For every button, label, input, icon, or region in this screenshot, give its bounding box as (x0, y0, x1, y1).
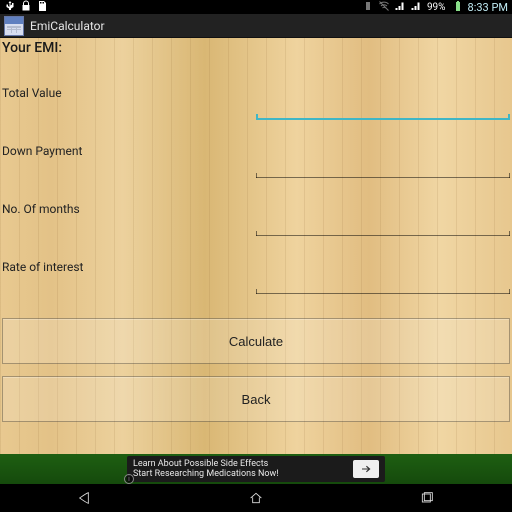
calculate-button[interactable]: Calculate (2, 318, 510, 364)
nav-recent-button[interactable] (342, 490, 511, 506)
status-bar: 99% 8:33 PM (0, 0, 512, 14)
nav-recent-icon (417, 490, 437, 506)
label-total-value: Total Value (2, 86, 256, 100)
ad-text: Learn About Possible Side Effects Start … (133, 459, 279, 479)
signal-icon (394, 0, 406, 15)
battery-percent: 99% (427, 2, 446, 13)
app-title: EmiCalculator (30, 19, 105, 33)
content: Your EMI: Total Value Down Payment No. O… (0, 38, 512, 484)
input-wrap-down-payment (256, 157, 510, 178)
nav-back-icon (75, 490, 95, 506)
label-rate: Rate of interest (2, 260, 256, 274)
app-icon (4, 16, 24, 36)
ad-line2: Start Researching Medications Now! (133, 469, 279, 479)
nav-back-button[interactable] (1, 490, 170, 506)
status-left (4, 0, 48, 15)
ad-banner[interactable]: Learn About Possible Side Effects Start … (127, 456, 385, 482)
ad-cta-button[interactable] (353, 460, 379, 478)
vibrate-icon (362, 0, 374, 15)
nav-home-icon (246, 490, 266, 506)
input-total-value[interactable] (256, 100, 510, 120)
input-wrap-rate (256, 273, 510, 294)
lock-icon (20, 0, 32, 15)
wifi-off-icon (378, 0, 390, 15)
input-wrap-months (256, 215, 510, 236)
input-down-payment[interactable] (256, 158, 510, 178)
ad-info-icon[interactable]: i (124, 474, 134, 484)
ad-line1: Learn About Possible Side Effects (133, 459, 279, 469)
back-button[interactable]: Back (2, 376, 510, 422)
action-bar: EmiCalculator (0, 14, 512, 38)
emi-heading: Your EMI: (0, 38, 512, 66)
input-months[interactable] (256, 216, 510, 236)
field-row-months: No. Of months (0, 182, 512, 240)
sd-icon (36, 0, 48, 15)
input-rate[interactable] (256, 274, 510, 294)
field-row-down-payment: Down Payment (0, 124, 512, 182)
nav-bar (0, 484, 512, 512)
screen: 99% 8:33 PM EmiCalculator Your EMI: Tota… (0, 0, 512, 512)
arrow-right-icon (360, 463, 372, 475)
status-right: 99% 8:33 PM (362, 0, 508, 15)
signal-icon-2 (410, 0, 422, 15)
usb-icon (4, 0, 16, 15)
button-area: Calculate Back (0, 298, 512, 434)
field-row-total-value: Total Value (0, 66, 512, 124)
label-months: No. Of months (2, 202, 256, 216)
battery-icon (452, 0, 464, 15)
clock: 8:33 PM (468, 1, 508, 14)
label-down-payment: Down Payment (2, 144, 256, 158)
ad-band: i Learn About Possible Side Effects Star… (0, 454, 512, 484)
input-wrap-total-value (256, 99, 510, 121)
nav-home-button[interactable] (172, 490, 341, 506)
field-row-rate: Rate of interest (0, 240, 512, 298)
